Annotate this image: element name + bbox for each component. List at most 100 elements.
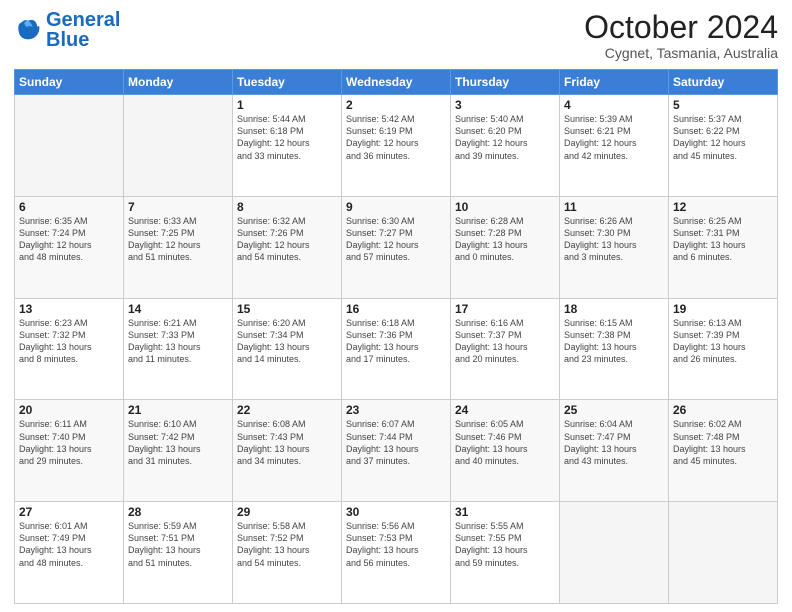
day-number: 7 bbox=[128, 200, 228, 214]
day-number: 28 bbox=[128, 505, 228, 519]
day-number: 19 bbox=[673, 302, 773, 316]
day-info: Sunrise: 6:10 AM Sunset: 7:42 PM Dayligh… bbox=[128, 418, 228, 467]
day-number: 9 bbox=[346, 200, 446, 214]
day-info: Sunrise: 6:26 AM Sunset: 7:30 PM Dayligh… bbox=[564, 215, 664, 264]
day-info: Sunrise: 6:07 AM Sunset: 7:44 PM Dayligh… bbox=[346, 418, 446, 467]
day-number: 16 bbox=[346, 302, 446, 316]
day-number: 30 bbox=[346, 505, 446, 519]
col-tuesday: Tuesday bbox=[233, 70, 342, 95]
day-info: Sunrise: 6:05 AM Sunset: 7:46 PM Dayligh… bbox=[455, 418, 555, 467]
calendar-cell-w3-d4: 16Sunrise: 6:18 AM Sunset: 7:36 PM Dayli… bbox=[342, 298, 451, 400]
day-number: 1 bbox=[237, 98, 337, 112]
day-info: Sunrise: 6:35 AM Sunset: 7:24 PM Dayligh… bbox=[19, 215, 119, 264]
day-info: Sunrise: 6:28 AM Sunset: 7:28 PM Dayligh… bbox=[455, 215, 555, 264]
day-number: 23 bbox=[346, 403, 446, 417]
day-number: 6 bbox=[19, 200, 119, 214]
day-info: Sunrise: 5:44 AM Sunset: 6:18 PM Dayligh… bbox=[237, 113, 337, 162]
calendar-cell-w5-d3: 29Sunrise: 5:58 AM Sunset: 7:52 PM Dayli… bbox=[233, 502, 342, 604]
calendar-cell-w1-d3: 1Sunrise: 5:44 AM Sunset: 6:18 PM Daylig… bbox=[233, 95, 342, 197]
day-info: Sunrise: 5:58 AM Sunset: 7:52 PM Dayligh… bbox=[237, 520, 337, 569]
day-info: Sunrise: 6:33 AM Sunset: 7:25 PM Dayligh… bbox=[128, 215, 228, 264]
calendar-week-5: 27Sunrise: 6:01 AM Sunset: 7:49 PM Dayli… bbox=[15, 502, 778, 604]
calendar-cell-w5-d1: 27Sunrise: 6:01 AM Sunset: 7:49 PM Dayli… bbox=[15, 502, 124, 604]
calendar-cell-w5-d6 bbox=[560, 502, 669, 604]
calendar-cell-w3-d6: 18Sunrise: 6:15 AM Sunset: 7:38 PM Dayli… bbox=[560, 298, 669, 400]
day-info: Sunrise: 6:01 AM Sunset: 7:49 PM Dayligh… bbox=[19, 520, 119, 569]
day-info: Sunrise: 6:23 AM Sunset: 7:32 PM Dayligh… bbox=[19, 317, 119, 366]
col-sunday: Sunday bbox=[15, 70, 124, 95]
calendar-cell-w2-d5: 10Sunrise: 6:28 AM Sunset: 7:28 PM Dayli… bbox=[451, 196, 560, 298]
day-info: Sunrise: 6:16 AM Sunset: 7:37 PM Dayligh… bbox=[455, 317, 555, 366]
logo-general: General bbox=[46, 9, 120, 31]
calendar-cell-w1-d7: 5Sunrise: 5:37 AM Sunset: 6:22 PM Daylig… bbox=[669, 95, 778, 197]
day-number: 17 bbox=[455, 302, 555, 316]
month-title: October 2024 bbox=[584, 10, 778, 45]
calendar-week-1: 1Sunrise: 5:44 AM Sunset: 6:18 PM Daylig… bbox=[15, 95, 778, 197]
calendar-cell-w4-d2: 21Sunrise: 6:10 AM Sunset: 7:42 PM Dayli… bbox=[124, 400, 233, 502]
calendar-cell-w2-d1: 6Sunrise: 6:35 AM Sunset: 7:24 PM Daylig… bbox=[15, 196, 124, 298]
calendar-cell-w2-d6: 11Sunrise: 6:26 AM Sunset: 7:30 PM Dayli… bbox=[560, 196, 669, 298]
calendar-table: Sunday Monday Tuesday Wednesday Thursday… bbox=[14, 69, 778, 604]
calendar-cell-w4-d3: 22Sunrise: 6:08 AM Sunset: 7:43 PM Dayli… bbox=[233, 400, 342, 502]
calendar-cell-w2-d2: 7Sunrise: 6:33 AM Sunset: 7:25 PM Daylig… bbox=[124, 196, 233, 298]
day-info: Sunrise: 5:56 AM Sunset: 7:53 PM Dayligh… bbox=[346, 520, 446, 569]
calendar-cell-w5-d7 bbox=[669, 502, 778, 604]
day-number: 22 bbox=[237, 403, 337, 417]
calendar-cell-w1-d1 bbox=[15, 95, 124, 197]
day-number: 11 bbox=[564, 200, 664, 214]
day-number: 13 bbox=[19, 302, 119, 316]
day-number: 8 bbox=[237, 200, 337, 214]
page-header: General Blue October 2024 Cygnet, Tasman… bbox=[14, 10, 778, 61]
day-info: Sunrise: 5:40 AM Sunset: 6:20 PM Dayligh… bbox=[455, 113, 555, 162]
logo-text: General Blue bbox=[46, 10, 120, 50]
day-info: Sunrise: 6:20 AM Sunset: 7:34 PM Dayligh… bbox=[237, 317, 337, 366]
day-number: 12 bbox=[673, 200, 773, 214]
day-info: Sunrise: 6:11 AM Sunset: 7:40 PM Dayligh… bbox=[19, 418, 119, 467]
logo: General Blue bbox=[14, 10, 120, 50]
calendar-cell-w5-d4: 30Sunrise: 5:56 AM Sunset: 7:53 PM Dayli… bbox=[342, 502, 451, 604]
calendar-cell-w2-d4: 9Sunrise: 6:30 AM Sunset: 7:27 PM Daylig… bbox=[342, 196, 451, 298]
day-number: 31 bbox=[455, 505, 555, 519]
col-friday: Friday bbox=[560, 70, 669, 95]
calendar-cell-w4-d7: 26Sunrise: 6:02 AM Sunset: 7:48 PM Dayli… bbox=[669, 400, 778, 502]
calendar-cell-w4-d1: 20Sunrise: 6:11 AM Sunset: 7:40 PM Dayli… bbox=[15, 400, 124, 502]
title-area: October 2024 Cygnet, Tasmania, Australia bbox=[584, 10, 778, 61]
day-number: 27 bbox=[19, 505, 119, 519]
col-saturday: Saturday bbox=[669, 70, 778, 95]
logo-blue: Blue bbox=[46, 29, 89, 51]
day-info: Sunrise: 6:08 AM Sunset: 7:43 PM Dayligh… bbox=[237, 418, 337, 467]
calendar-cell-w4-d5: 24Sunrise: 6:05 AM Sunset: 7:46 PM Dayli… bbox=[451, 400, 560, 502]
day-number: 10 bbox=[455, 200, 555, 214]
day-number: 25 bbox=[564, 403, 664, 417]
calendar-header-row: Sunday Monday Tuesday Wednesday Thursday… bbox=[15, 70, 778, 95]
calendar-cell-w3-d7: 19Sunrise: 6:13 AM Sunset: 7:39 PM Dayli… bbox=[669, 298, 778, 400]
day-number: 24 bbox=[455, 403, 555, 417]
calendar-cell-w3-d5: 17Sunrise: 6:16 AM Sunset: 7:37 PM Dayli… bbox=[451, 298, 560, 400]
calendar-cell-w3-d2: 14Sunrise: 6:21 AM Sunset: 7:33 PM Dayli… bbox=[124, 298, 233, 400]
day-number: 14 bbox=[128, 302, 228, 316]
day-number: 2 bbox=[346, 98, 446, 112]
day-info: Sunrise: 5:55 AM Sunset: 7:55 PM Dayligh… bbox=[455, 520, 555, 569]
calendar-cell-w1-d5: 3Sunrise: 5:40 AM Sunset: 6:20 PM Daylig… bbox=[451, 95, 560, 197]
col-wednesday: Wednesday bbox=[342, 70, 451, 95]
col-thursday: Thursday bbox=[451, 70, 560, 95]
day-info: Sunrise: 6:21 AM Sunset: 7:33 PM Dayligh… bbox=[128, 317, 228, 366]
day-number: 21 bbox=[128, 403, 228, 417]
calendar-cell-w2-d3: 8Sunrise: 6:32 AM Sunset: 7:26 PM Daylig… bbox=[233, 196, 342, 298]
day-number: 15 bbox=[237, 302, 337, 316]
day-number: 4 bbox=[564, 98, 664, 112]
calendar-week-3: 13Sunrise: 6:23 AM Sunset: 7:32 PM Dayli… bbox=[15, 298, 778, 400]
calendar-cell-w1-d6: 4Sunrise: 5:39 AM Sunset: 6:21 PM Daylig… bbox=[560, 95, 669, 197]
logo-icon bbox=[14, 16, 42, 44]
calendar-week-2: 6Sunrise: 6:35 AM Sunset: 7:24 PM Daylig… bbox=[15, 196, 778, 298]
day-number: 20 bbox=[19, 403, 119, 417]
calendar-cell-w1-d2 bbox=[124, 95, 233, 197]
day-info: Sunrise: 5:37 AM Sunset: 6:22 PM Dayligh… bbox=[673, 113, 773, 162]
day-number: 26 bbox=[673, 403, 773, 417]
day-info: Sunrise: 6:04 AM Sunset: 7:47 PM Dayligh… bbox=[564, 418, 664, 467]
day-info: Sunrise: 6:32 AM Sunset: 7:26 PM Dayligh… bbox=[237, 215, 337, 264]
col-monday: Monday bbox=[124, 70, 233, 95]
day-info: Sunrise: 6:18 AM Sunset: 7:36 PM Dayligh… bbox=[346, 317, 446, 366]
calendar-cell-w1-d4: 2Sunrise: 5:42 AM Sunset: 6:19 PM Daylig… bbox=[342, 95, 451, 197]
day-info: Sunrise: 5:42 AM Sunset: 6:19 PM Dayligh… bbox=[346, 113, 446, 162]
